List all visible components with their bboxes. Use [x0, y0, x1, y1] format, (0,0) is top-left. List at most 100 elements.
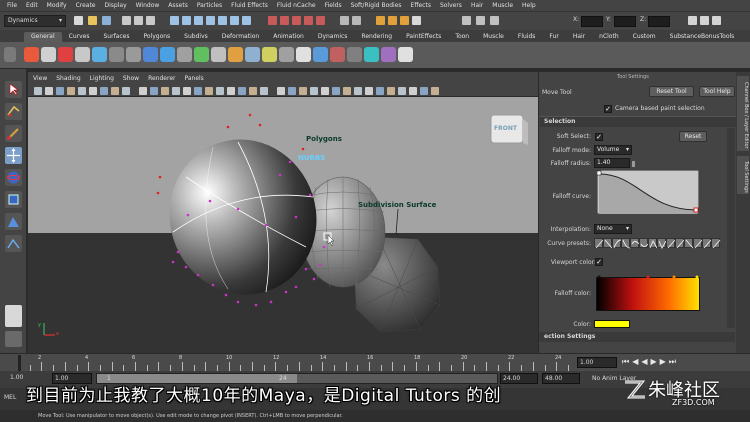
lasso-tool-icon[interactable] — [5, 103, 22, 120]
viewport-toolbar-button-7-icon[interactable] — [100, 87, 108, 95]
viewport-menu-show[interactable]: Show — [123, 75, 139, 82]
relative-mode-icon[interactable] — [476, 16, 485, 25]
shelf-button-10-icon[interactable] — [177, 47, 192, 62]
shelf-button-23-icon[interactable] — [398, 47, 413, 62]
viewport-toolbar-button-5-icon[interactable] — [78, 87, 86, 95]
shelf-tab-polygons[interactable]: Polygons — [136, 32, 177, 42]
shelf-button-14-icon[interactable] — [245, 47, 260, 62]
viewport-menu-panels[interactable]: Panels — [184, 75, 203, 82]
shelf-button-16-icon[interactable] — [279, 47, 294, 62]
menu-file[interactable]: File — [7, 2, 17, 9]
menu-modify[interactable]: Modify — [47, 2, 67, 9]
playback-controls[interactable]: ⏮◀◀▶▶⏭ — [622, 357, 679, 367]
shelf-tab-animation[interactable]: Animation — [266, 32, 311, 42]
menu-hair[interactable]: Hair — [471, 2, 483, 9]
show-attribute-editor-icon[interactable] — [688, 16, 697, 25]
rotate-tool-icon[interactable] — [5, 169, 22, 186]
current-frame-field[interactable]: 1.00 — [577, 357, 617, 368]
reset-button[interactable]: Reset — [679, 131, 707, 142]
viewport-toolbar-button-18-icon[interactable] — [227, 87, 235, 95]
current-time-indicator[interactable] — [18, 355, 21, 371]
shelf-tab-fluids[interactable]: Fluids — [511, 32, 543, 42]
viewport-toolbar-button-8-icon[interactable] — [111, 87, 119, 95]
shelf-button-12-icon[interactable] — [211, 47, 226, 62]
select-by-joint-icon[interactable] — [182, 16, 191, 25]
menu-fields[interactable]: Fields — [325, 2, 342, 9]
viewport-toolbar-button-24-icon[interactable] — [299, 87, 307, 95]
shelf-tab-fur[interactable]: Fur — [542, 32, 565, 42]
viewport-toolbar-button-10-icon[interactable] — [139, 87, 147, 95]
interpolation-dropdown[interactable]: None ▾ — [594, 224, 632, 234]
shelf-button-5-icon[interactable] — [92, 47, 107, 62]
viewport-toolbar-button-28-icon[interactable] — [343, 87, 351, 95]
viewport-toolbar-button-16-icon[interactable] — [205, 87, 213, 95]
menu-create[interactable]: Create — [76, 2, 96, 9]
shelf-tab-dynamics[interactable]: Dynamics — [311, 32, 355, 42]
shelf-button-18-icon[interactable] — [313, 47, 328, 62]
rename-mode-icon[interactable] — [490, 16, 499, 25]
shelf-button-2-icon[interactable] — [41, 47, 56, 62]
shelf-tab-custom[interactable]: Custom — [626, 32, 663, 42]
tool-help-button[interactable]: Tool Help — [699, 86, 735, 97]
curve-preset-4-icon[interactable] — [621, 238, 631, 249]
snap-view-plane-icon[interactable] — [304, 16, 313, 25]
menu-display[interactable]: Display — [105, 2, 127, 9]
viewport-toolbar-button-20-icon[interactable] — [249, 87, 257, 95]
viewport-toolbar-button-19-icon[interactable] — [238, 87, 246, 95]
start-time-field[interactable]: 1.00 — [10, 374, 23, 381]
curve-preset-11-icon[interactable] — [684, 238, 694, 249]
open-scene-icon[interactable] — [88, 16, 97, 25]
shelf-tab-surfaces[interactable]: Surfaces — [96, 32, 136, 42]
viewport-toolbar-button-2-icon[interactable] — [45, 87, 53, 95]
panel-scrollbar[interactable] — [727, 128, 735, 328]
new-scene-icon[interactable] — [74, 16, 83, 25]
curve-preset-7-icon[interactable] — [648, 238, 658, 249]
reset-tool-button[interactable]: Reset Tool — [649, 86, 694, 97]
viewport-toolbar-button-21-icon[interactable] — [260, 87, 268, 95]
viewport-toolbar-button-12-icon[interactable] — [161, 87, 169, 95]
curve-preset-14-icon[interactable] — [711, 238, 721, 249]
select-by-curve-icon[interactable] — [194, 16, 203, 25]
viewport-toolbar-button-11-icon[interactable] — [150, 87, 158, 95]
select-tool-icon[interactable] — [5, 81, 22, 98]
ipr-render-icon[interactable] — [388, 16, 397, 25]
z-field[interactable] — [648, 16, 670, 27]
select-by-rendering-icon[interactable] — [242, 16, 251, 25]
shelf-tab-ncloth[interactable]: nCloth — [592, 32, 626, 42]
snap-curve-icon[interactable] — [280, 16, 289, 25]
single-view-layout-icon[interactable] — [5, 305, 22, 327]
shelf-tab-toon[interactable]: Toon — [448, 32, 476, 42]
viewport-toolbar-button-15-icon[interactable] — [194, 87, 202, 95]
falloff-curve-graph[interactable] — [597, 170, 699, 214]
select-hierarchy-icon[interactable] — [122, 16, 131, 25]
curve-preset-13-icon[interactable] — [702, 238, 712, 249]
viewport-toolbar-button-13-icon[interactable] — [172, 87, 180, 95]
viewport-toolbar-button-1-icon[interactable] — [34, 87, 42, 95]
viewport-menu-shading[interactable]: Shading — [56, 75, 80, 82]
viewport-color-checkbox[interactable]: ✓ — [595, 258, 603, 266]
menu-soft-rigid-bodies[interactable]: Soft/Rigid Bodies — [351, 2, 402, 9]
viewport-3d[interactable]: Polygons NURBS Subdivision Surface FRONT… — [28, 97, 538, 353]
falloff-color-ramp[interactable] — [596, 277, 700, 311]
hypershade-icon[interactable] — [412, 16, 421, 25]
paint-select-tool-icon[interactable] — [5, 125, 22, 142]
color-swatch[interactable] — [594, 320, 630, 328]
menu-effects[interactable]: Effects — [411, 2, 431, 9]
menu-particles[interactable]: Particles — [197, 2, 222, 9]
camera-paint-checkbox[interactable]: ✓ — [604, 105, 612, 113]
shelf-tab-painteffects[interactable]: PaintEffects — [399, 32, 448, 42]
viewport-toolbar-button-32-icon[interactable] — [387, 87, 395, 95]
shelf-tab-deformation[interactable]: Deformation — [215, 32, 266, 42]
shelf-button-1-icon[interactable] — [24, 47, 39, 62]
curve-preset-9-icon[interactable] — [666, 238, 676, 249]
viewport-toolbar-button-29-icon[interactable] — [354, 87, 362, 95]
show-channel-box-icon[interactable] — [712, 16, 721, 25]
curve-preset-12-icon[interactable] — [693, 238, 703, 249]
range-end-field[interactable]: 24.00 — [500, 373, 538, 384]
soft-select-checkbox[interactable]: ✓ — [595, 133, 603, 141]
render-icon[interactable] — [376, 16, 385, 25]
viewport-toolbar-button-34-icon[interactable] — [409, 87, 417, 95]
shelf-button-21-icon[interactable] — [364, 47, 379, 62]
shelf-button-9-icon[interactable] — [160, 47, 175, 62]
curve-preset-1-icon[interactable] — [594, 238, 604, 249]
